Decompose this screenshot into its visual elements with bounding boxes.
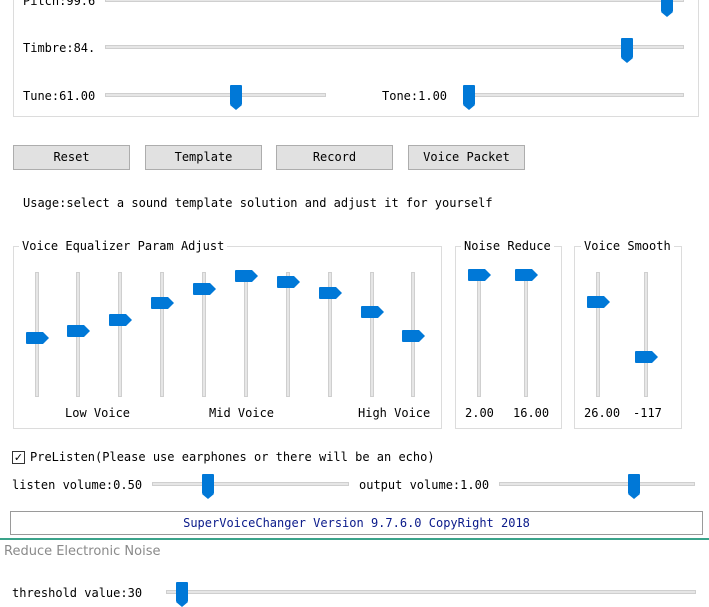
equalizer-title: Voice Equalizer Param Adjust (19, 239, 228, 253)
timbre-label: Timbre:84. (23, 41, 96, 55)
listen-volume-thumb[interactable] (201, 474, 214, 499)
eq-slider-track-3[interactable] (118, 272, 122, 397)
eq-slider-thumb-5[interactable] (193, 282, 216, 295)
noise-reduce-value-1: 2.00 (465, 406, 494, 420)
record-button[interactable]: Record (276, 145, 393, 170)
voice-smooth-group (574, 246, 682, 429)
prelisten-label[interactable]: PreListen(Please use earphones or there … (30, 450, 435, 464)
noise-reduce-slider-thumb-2[interactable] (515, 269, 538, 282)
output-volume-thumb[interactable] (627, 474, 640, 499)
eq-slider-track-4[interactable] (160, 272, 164, 397)
eq-slider-thumb-9[interactable] (361, 305, 384, 318)
eq-slider-thumb-8[interactable] (319, 287, 342, 300)
timbre-slider-thumb[interactable] (620, 38, 633, 63)
reset-button[interactable]: Reset (13, 145, 130, 170)
eq-slider-track-9[interactable] (370, 272, 374, 397)
threshold-label: threshold value:30 (12, 586, 143, 600)
eq-slider-thumb-1[interactable] (26, 332, 49, 345)
listen-volume-label: listen volume:0.50 (12, 478, 143, 492)
tune-slider-track[interactable] (105, 93, 326, 97)
pitch-timbre-group (13, 0, 699, 117)
eq-slider-thumb-6[interactable] (235, 270, 258, 283)
timbre-slider-track[interactable] (105, 45, 684, 49)
prelisten-checkbox[interactable]: ✓ (12, 451, 25, 464)
voice-smooth-slider-thumb-1[interactable] (587, 295, 610, 308)
voice-smooth-value-2: -117 (633, 406, 662, 420)
pitch-label: Pitch:99.6 (23, 0, 96, 8)
threshold-slider-track[interactable] (166, 590, 696, 594)
eq-slider-thumb-4[interactable] (151, 297, 174, 310)
voice-smooth-slider-track-2[interactable] (644, 272, 648, 397)
noise-reduce-slider-thumb-1[interactable] (468, 269, 491, 282)
version-banner: SuperVoiceChanger Version 9.7.6.0 CopyRi… (10, 511, 703, 535)
tune-label: Tune:61.00 (23, 89, 96, 103)
reduce-noise-title: Reduce Electronic Noise (4, 544, 161, 559)
eq-slider-thumb-2[interactable] (67, 324, 90, 337)
output-volume-label: output volume:1.00 (359, 478, 490, 492)
threshold-slider-thumb[interactable] (176, 582, 189, 607)
template-button[interactable]: Template (145, 145, 262, 170)
eq-slider-track-6[interactable] (244, 272, 248, 397)
noise-reduce-value-2: 16.00 (513, 406, 550, 420)
high-voice-label: High Voice (358, 406, 431, 420)
low-voice-label: Low Voice (65, 406, 131, 420)
voice-smooth-title: Voice Smooth (581, 239, 674, 253)
tone-slider-thumb[interactable] (463, 85, 475, 110)
eq-slider-thumb-10[interactable] (402, 329, 425, 342)
mid-voice-label: Mid Voice (209, 406, 275, 420)
eq-slider-thumb-7[interactable] (277, 276, 300, 289)
eq-slider-thumb-3[interactable] (109, 313, 132, 326)
eq-slider-track-7[interactable] (286, 272, 290, 397)
tune-slider-thumb[interactable] (230, 85, 243, 110)
tone-slider-track[interactable] (463, 93, 684, 97)
noise-reduce-title: Noise Reduce (461, 239, 554, 253)
voice-packet-button[interactable]: Voice Packet (408, 145, 525, 170)
tone-label: Tone:1.00 (382, 89, 448, 103)
voice-smooth-slider-track-1[interactable] (596, 272, 600, 397)
pitch-slider-thumb[interactable] (660, 0, 673, 17)
voice-smooth-slider-thumb-2[interactable] (635, 351, 658, 364)
listen-volume-track[interactable] (152, 482, 349, 486)
noise-reduce-slider-track-2[interactable] (524, 272, 528, 397)
noise-reduce-slider-track-1[interactable] (477, 272, 481, 397)
pitch-slider-track[interactable] (105, 0, 684, 2)
section-divider (0, 538, 709, 540)
output-volume-track[interactable] (499, 482, 695, 486)
usage-text: Usage:select a sound template solution a… (23, 196, 493, 210)
voice-smooth-value-1: 26.00 (584, 406, 621, 420)
version-text: SuperVoiceChanger Version 9.7.6.0 CopyRi… (183, 516, 530, 530)
